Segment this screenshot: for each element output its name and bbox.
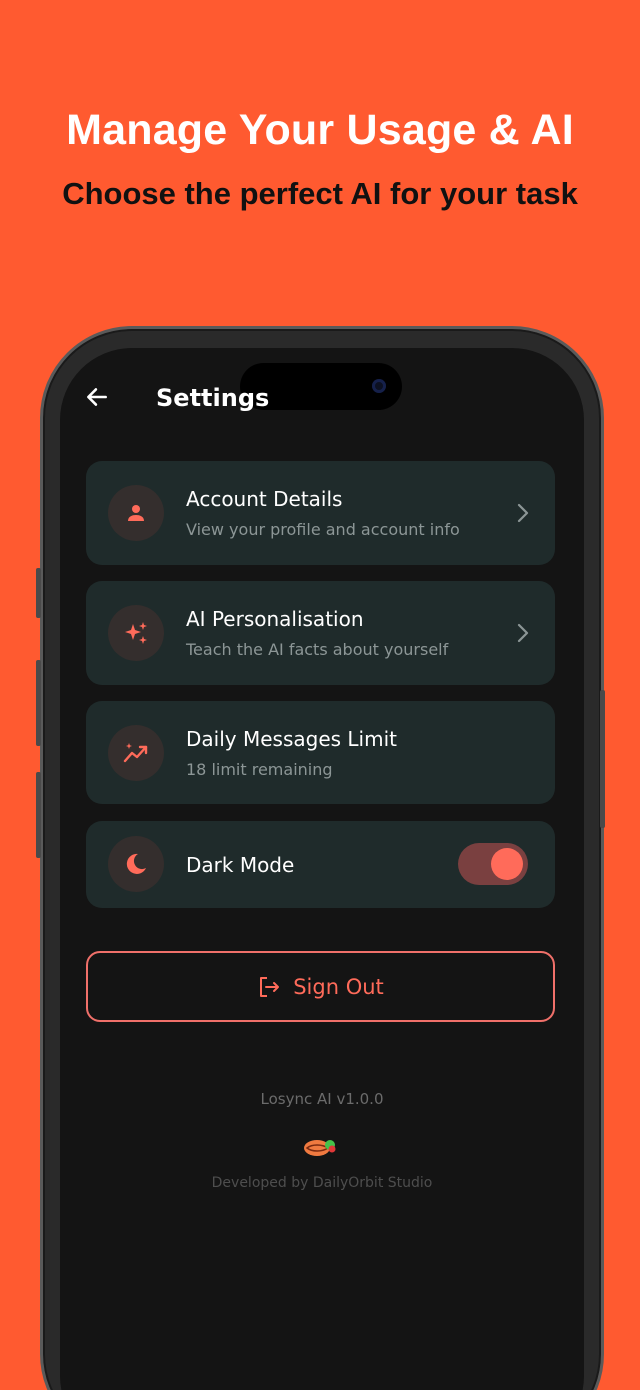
logout-icon — [260, 976, 280, 997]
icon-circle — [108, 725, 164, 781]
moon-icon — [126, 853, 146, 874]
sparkles-icon — [125, 622, 147, 644]
setting-subtitle: Teach the AI facts about yourself — [186, 640, 449, 659]
phone-side-button — [36, 568, 41, 618]
setting-title: Account Details — [186, 487, 343, 511]
setting-daily-messages-limit[interactable]: Daily Messages Limit 18 limit remaining — [86, 701, 555, 804]
chevron-right-icon — [517, 503, 529, 523]
setting-subtitle: 18 limit remaining — [186, 760, 333, 779]
sign-out-label: Sign Out — [293, 974, 384, 999]
setting-dark-mode[interactable]: Dark Mode — [86, 821, 555, 908]
setting-title: Daily Messages Limit — [186, 727, 397, 751]
icon-circle — [108, 605, 164, 661]
setting-subtitle: View your profile and account info — [186, 520, 460, 539]
sign-out-button[interactable]: Sign Out — [86, 951, 555, 1022]
hero-title: Manage Your Usage & AI — [66, 106, 574, 154]
icon-circle — [108, 485, 164, 541]
arrow-left-icon[interactable] — [84, 384, 110, 410]
setting-ai-personalisation[interactable]: AI Personalisation Teach the AI facts ab… — [86, 581, 555, 685]
camera-icon — [372, 379, 386, 393]
trending-icon — [123, 743, 148, 763]
app-screen: Settings Account Details View your profi… — [60, 348, 584, 1390]
studio-logo — [304, 1140, 336, 1156]
toggle-knob — [491, 848, 523, 880]
setting-account-details[interactable]: Account Details View your profile and ac… — [86, 461, 555, 565]
setting-title: Dark Mode — [186, 853, 295, 877]
chevron-right-icon — [517, 623, 529, 643]
person-icon — [128, 505, 144, 521]
setting-title: AI Personalisation — [186, 607, 364, 631]
hero-subtitle: Choose the perfect AI for your task — [62, 176, 578, 211]
phone-side-button — [600, 690, 605, 828]
phone-side-button — [36, 772, 41, 858]
icon-circle — [108, 836, 164, 892]
developer-credit: Developed by DailyOrbit Studio — [211, 1175, 433, 1191]
phone-side-button — [36, 660, 41, 746]
dark-mode-toggle[interactable] — [458, 843, 528, 885]
app-version: Losync AI v1.0.0 — [260, 1090, 384, 1108]
page-title: Settings — [156, 384, 270, 412]
